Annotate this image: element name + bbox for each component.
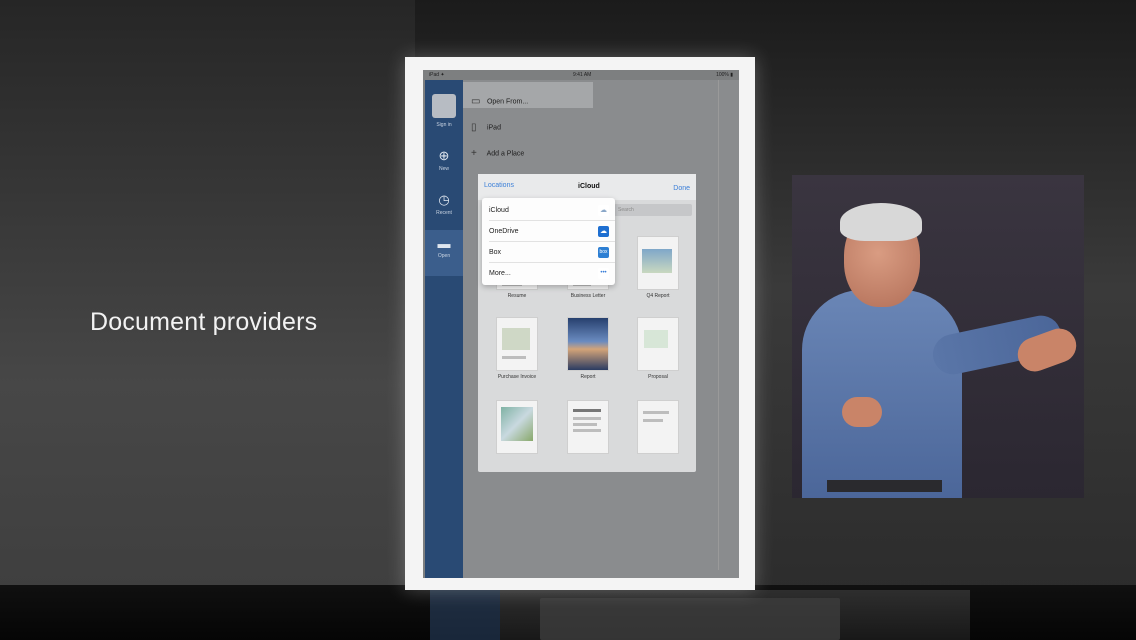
- add-place-item[interactable]: + Add a Place: [471, 148, 524, 159]
- battery-label: 100% ▮: [716, 72, 733, 78]
- box-icon: box: [598, 247, 609, 258]
- presenter-video: [792, 175, 1084, 498]
- onedrive-icon: ☁: [598, 226, 609, 237]
- locations-popover: iCloud ☁ OneDrive ☁ Box box More... •••: [482, 198, 615, 285]
- document-label: Proposal: [648, 374, 668, 380]
- document-thumbnail: [567, 317, 609, 371]
- provider-box[interactable]: Box box: [489, 247, 609, 258]
- document-item[interactable]: [491, 400, 543, 457]
- slide-caption: Document providers: [90, 308, 318, 336]
- locations-button[interactable]: Locations: [484, 182, 514, 189]
- document-item[interactable]: [562, 400, 614, 457]
- document-label: Q4 Report: [646, 293, 670, 299]
- document-thumbnail: [496, 317, 538, 371]
- presenter-hair: [840, 203, 922, 241]
- plus-icon: +: [471, 148, 477, 159]
- keynote-stage: Document providers iPad ✦ 9:41 AM 100% ▮…: [0, 0, 1136, 640]
- document-thumbnail: [637, 236, 679, 290]
- provider-label: More...: [489, 270, 511, 277]
- document-item[interactable]: [632, 400, 684, 457]
- document-label: Resume: [507, 293, 527, 299]
- sheet-title: iCloud: [578, 183, 600, 190]
- document-label: Report: [580, 374, 596, 380]
- carrier-label: iPad ✦: [429, 72, 445, 78]
- ipad-place-item[interactable]: ▯ iPad: [471, 122, 501, 133]
- document-thumbnail: [496, 400, 538, 454]
- document-item[interactable]: Proposal: [632, 317, 684, 380]
- folder-icon: ▬: [437, 236, 451, 251]
- more-icon: •••: [598, 268, 609, 279]
- provider-label: OneDrive: [489, 228, 519, 235]
- document-label: Business Letter: [570, 293, 606, 299]
- document-label: Purchase Invoice: [497, 374, 537, 380]
- open-from-label: Open From...: [486, 98, 529, 106]
- document-thumbnail: [637, 400, 679, 454]
- divider: [718, 80, 719, 570]
- rail-label-recent: Recent: [436, 210, 452, 216]
- status-bar: iPad ✦ 9:41 AM 100% ▮: [423, 70, 739, 80]
- provider-icloud[interactable]: iCloud ☁: [489, 205, 609, 216]
- rail-item-new[interactable]: ⊕ New: [425, 148, 463, 172]
- search-input[interactable]: Search: [614, 204, 692, 216]
- avatar[interactable]: [432, 94, 456, 118]
- add-place-label: Add a Place: [486, 150, 525, 158]
- provider-label: Box: [489, 249, 502, 256]
- document-item[interactable]: Q4 Report: [632, 236, 684, 299]
- rail-item-sign-in[interactable]: Sign in: [425, 122, 463, 128]
- clock-label: 9:41 AM: [573, 72, 592, 78]
- sheet-header: Locations iCloud Done: [478, 174, 696, 200]
- cloud-icon: ▭: [471, 96, 481, 107]
- rail-item-recent[interactable]: ◷ Recent: [425, 192, 463, 216]
- presenter-shirt: [802, 290, 962, 498]
- side-rail: Sign in ⊕ New ◷ Recent ▬ Open: [425, 80, 463, 578]
- document-picker-sheet: Locations iCloud Done Search Resume Busi…: [478, 174, 696, 472]
- document-thumbnail: [567, 400, 609, 454]
- rail-item-open[interactable]: ▬ Open: [425, 230, 463, 276]
- open-from-item[interactable]: ▭ Open From...: [471, 96, 528, 107]
- rail-label-open: Open: [437, 253, 451, 259]
- ipad-screen: iPad ✦ 9:41 AM 100% ▮ Sign in ⊕ New ◷ Re…: [423, 70, 739, 578]
- document-item[interactable]: Purchase Invoice: [491, 317, 543, 380]
- clock-icon: ◷: [438, 192, 450, 207]
- tablet-icon: ▯: [471, 122, 477, 133]
- icloud-icon: ☁: [598, 205, 609, 216]
- provider-onedrive[interactable]: OneDrive ☁: [489, 226, 609, 237]
- document-item[interactable]: Report: [562, 317, 614, 380]
- provider-label: iCloud: [489, 207, 509, 214]
- floor-reflection: [430, 590, 970, 640]
- document-thumbnail: [637, 317, 679, 371]
- presenter-belt: [827, 480, 942, 492]
- presenter-left-hand: [842, 397, 882, 427]
- done-button[interactable]: Done: [673, 185, 690, 192]
- provider-more[interactable]: More... •••: [489, 268, 609, 279]
- rail-label-new: New: [438, 166, 449, 172]
- new-icon: ⊕: [438, 148, 450, 163]
- rail-label-sign-in: Sign in: [436, 122, 452, 128]
- ipad-place-label: iPad: [486, 124, 501, 132]
